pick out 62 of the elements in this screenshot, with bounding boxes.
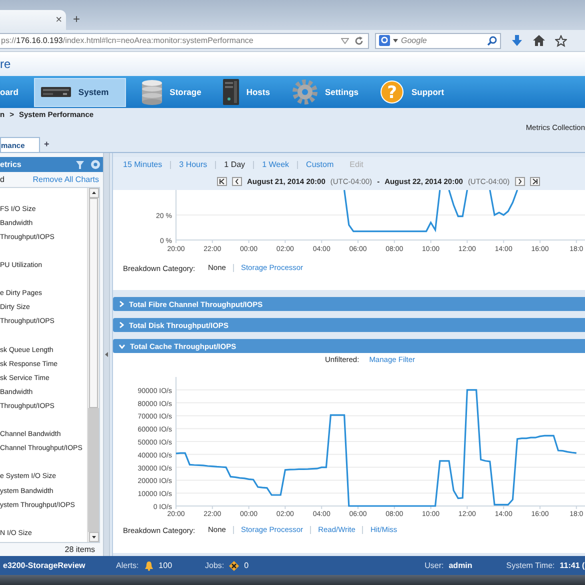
splitter-handle[interactable] [103, 153, 110, 556]
add-tab-button[interactable]: + [44, 139, 50, 149]
dropdown-icon[interactable] [341, 38, 349, 44]
download-icon[interactable] [511, 34, 523, 46]
item-count: 28 items [64, 545, 95, 554]
app-title: re [0, 57, 11, 71]
scroll-thumb[interactable] [89, 198, 98, 408]
time-range-link[interactable]: Custom [306, 161, 342, 169]
help-icon[interactable] [91, 160, 100, 169]
jobs-label: Jobs: [205, 561, 224, 570]
panel-title: etrics [0, 160, 22, 169]
help-icon: ? [380, 80, 404, 104]
jobs-count[interactable]: 0 [244, 561, 249, 570]
filter-icon[interactable] [76, 160, 84, 168]
close-tab-button[interactable]: × [56, 15, 62, 25]
browser-tab[interactable]: × [0, 10, 66, 30]
time-range-link[interactable]: 1 Day [224, 161, 254, 169]
user-label: User: [424, 561, 444, 570]
alerts-count[interactable]: 100 [158, 561, 172, 570]
scroll-up-icon[interactable] [88, 188, 98, 198]
home-icon[interactable] [533, 35, 545, 46]
search-engine-icon[interactable] [379, 35, 390, 46]
caret-icon[interactable] [393, 38, 398, 42]
nav-item[interactable]: Storage [134, 78, 208, 106]
server-tower-icon [223, 79, 240, 105]
nav-item[interactable]: System [34, 78, 126, 106]
time-range-link[interactable]: 3 Hours [179, 161, 216, 169]
gear-icon [292, 79, 318, 105]
collapse-icon[interactable] [105, 352, 108, 357]
search-icon[interactable] [487, 36, 497, 46]
time-range-link[interactable]: 15 Minutes [123, 161, 172, 169]
search-field[interactable]: Google [375, 32, 501, 48]
next-icon[interactable] [514, 177, 525, 186]
bell-icon[interactable] [144, 560, 154, 570]
selection-label: d [0, 175, 4, 184]
system-time: 11:41 ( [560, 561, 585, 570]
reload-icon[interactable] [354, 36, 364, 46]
remove-all-link[interactable]: Remove All Charts [32, 175, 99, 184]
database-icon [140, 79, 163, 105]
system-name: e3200-StorageReview [3, 561, 86, 570]
nav-item[interactable]: Settings [284, 78, 366, 106]
address-field[interactable]: ps://176.16.0.193/index.html#lcn=neoArea:monitor:systemPerformance [0, 32, 369, 48]
jobs-icon[interactable] [229, 560, 240, 570]
new-tab-button[interactable]: + [73, 13, 80, 25]
last-page-icon[interactable] [530, 177, 540, 186]
nav-item[interactable]: ? Support [373, 78, 452, 106]
scroll-down-icon[interactable] [88, 532, 98, 542]
search-input[interactable]: Google [401, 36, 484, 45]
alerts-label: Alerts: [116, 561, 139, 570]
user-name: admin [448, 561, 472, 570]
time-range-link[interactable]: 1 Week [262, 161, 298, 169]
first-page-icon[interactable] [217, 177, 227, 186]
chevron-right-icon [119, 322, 124, 328]
system-time-label: System Time: [506, 561, 555, 570]
server-icon [41, 85, 72, 99]
chevron-down-icon [119, 344, 125, 348]
nav-item[interactable]: Hosts [216, 78, 277, 106]
star-icon[interactable] [555, 34, 567, 46]
scrollbar[interactable] [87, 188, 99, 542]
previous-icon[interactable] [232, 177, 242, 186]
nav-item[interactable]: oard [0, 78, 26, 106]
chevron-right-icon [119, 301, 124, 307]
